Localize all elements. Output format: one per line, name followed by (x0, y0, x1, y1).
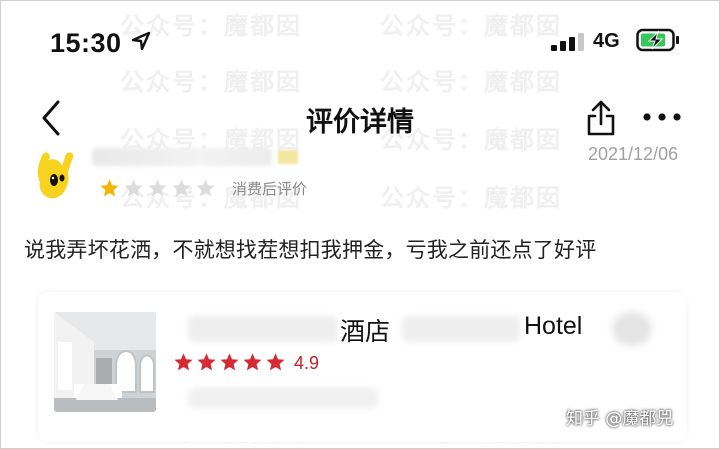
user-badge-redacted (278, 150, 298, 164)
share-icon[interactable] (584, 98, 618, 138)
location-arrow-icon (131, 31, 151, 51)
star-filled-icon (266, 353, 285, 371)
review-tag: 消费后评价 (232, 180, 308, 198)
avatar[interactable] (28, 150, 84, 202)
star-empty-icon (172, 179, 191, 197)
hotel-rating-score: 4.9 (294, 353, 320, 373)
star-empty-icon (148, 179, 167, 197)
review-date: 2021/12/06 (588, 144, 679, 164)
review-text: 说我弄坏花洒，不就想找茬想扣我押金，亏我之前还点了好评 (24, 238, 597, 262)
cellular-signal-icon (551, 33, 584, 51)
network-type: 4G (593, 30, 620, 52)
hotel-name-en: Hotel (524, 312, 583, 340)
star-filled-icon (174, 353, 193, 371)
battery-charging-icon (636, 28, 679, 52)
review-star-rating (99, 178, 216, 202)
nav-bar: 评价详情 (0, 90, 720, 146)
hotel-name-cn: 酒店 (340, 317, 391, 346)
hotel-name-redacted (612, 312, 652, 346)
status-bar: 15:30 4G (0, 0, 720, 80)
star-empty-icon (124, 179, 143, 197)
hotel-name-redacted (188, 316, 338, 342)
source-watermark: 知乎 @魔都兕 (566, 409, 674, 429)
star-empty-icon (196, 179, 215, 197)
status-time: 15:30 (50, 28, 122, 58)
hotel-name-redacted (402, 316, 520, 342)
star-filled-icon (243, 353, 262, 371)
more-dots-icon[interactable] (640, 104, 684, 130)
star-filled-icon (197, 353, 216, 371)
star-filled-icon (220, 353, 239, 371)
star-filled-icon (100, 179, 119, 197)
username-redacted (92, 148, 272, 166)
hotel-star-rating (173, 352, 286, 376)
hotel-photo (54, 312, 156, 412)
hotel-info-redacted (188, 388, 378, 408)
